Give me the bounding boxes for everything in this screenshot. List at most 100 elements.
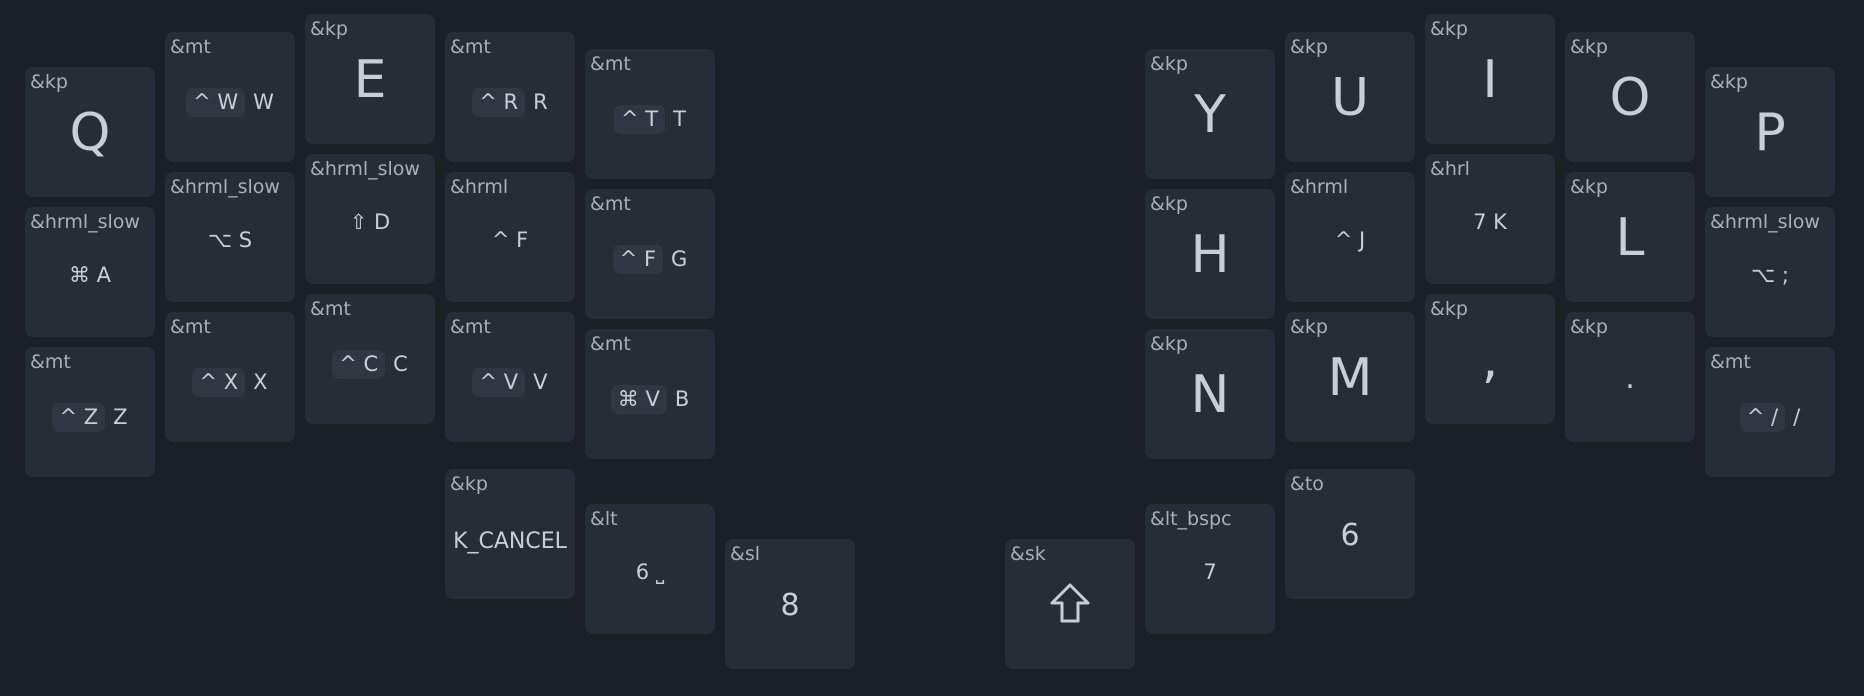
key-behavior: &to	[1290, 473, 1324, 495]
modifier-pill: ^ W	[186, 88, 246, 118]
tap-label: V	[533, 370, 548, 394]
key-legend: K_CANCEL	[453, 529, 567, 554]
key-behavior: &hrml	[450, 176, 509, 198]
key-legend: L	[1615, 208, 1645, 268]
tap-label: B	[674, 387, 690, 411]
key-behavior: &mt	[590, 333, 631, 355]
key-legend: M	[1327, 348, 1373, 408]
key-c: &mt ^ C C	[305, 294, 435, 424]
key-sticky-shift: &sk	[1005, 539, 1135, 669]
key-behavior: &mt	[590, 53, 631, 75]
key-legend: Y	[1194, 85, 1226, 145]
modifier-pill: ^ X	[192, 368, 246, 398]
key-behavior: &lt	[590, 508, 618, 530]
key-behavior: &hrml	[1290, 176, 1349, 198]
key-legend: U	[1330, 68, 1370, 128]
key-behavior: &mt	[310, 298, 351, 320]
key-behavior: &mt	[170, 316, 211, 338]
key-v: &mt ^ V V	[445, 312, 575, 442]
key-legend: ^ R R	[445, 88, 575, 118]
key-behavior: &hrml_slow	[1710, 211, 1820, 233]
key-sl: &sl 8	[725, 539, 855, 669]
key-legend: Q	[69, 103, 111, 163]
key-b: &mt ⌘ V B	[585, 329, 715, 459]
modifier-pill: ^ T	[614, 105, 666, 135]
key-o: &kp O	[1565, 32, 1695, 162]
shift-arrow-icon	[1005, 581, 1135, 629]
key-legend: ⌥ S	[207, 228, 253, 252]
key-legend: ^ T T	[585, 105, 715, 135]
key-y: &kp Y	[1145, 49, 1275, 179]
key-t: &mt ^ T T	[585, 49, 715, 179]
key-q: &kp Q	[25, 67, 155, 197]
key-behavior: &mt	[1710, 351, 1751, 373]
tap-label: C	[393, 352, 408, 376]
key-legend: ^ Z Z	[25, 403, 155, 433]
key-behavior: &kp	[1430, 18, 1468, 40]
key-h: &kp H	[1145, 189, 1275, 319]
modifier-pill: ^ C	[332, 350, 386, 380]
key-legend: E	[353, 50, 387, 110]
tap-label: W	[253, 90, 274, 114]
key-legend: 6 ⎵	[635, 560, 665, 584]
key-behavior: &hrl	[1430, 158, 1470, 180]
key-behavior: &mt	[30, 351, 71, 373]
key-w: &mt ^ W W	[165, 32, 295, 162]
key-legend: ,	[1481, 330, 1499, 390]
key-legend: ^ X X	[165, 368, 295, 398]
modifier-pill: ^ Z	[52, 403, 106, 433]
key-behavior: &kp	[30, 71, 68, 93]
tap-label: X	[253, 370, 268, 394]
key-behavior: &kp	[1570, 316, 1608, 338]
key-legend: ⌘ V B	[585, 385, 715, 415]
modifier-pill: ^ F	[612, 245, 664, 275]
key-behavior: &hrml_slow	[30, 211, 140, 233]
modifier-pill: ^ V	[472, 368, 526, 398]
key-behavior: &sl	[730, 543, 760, 565]
key-legend: 7	[1203, 560, 1217, 584]
key-a: &hrml_slow ⌘ A	[25, 207, 155, 337]
key-z: &mt ^ Z Z	[25, 347, 155, 477]
modifier-pill: ^ R	[472, 88, 526, 118]
key-to: &to 6	[1285, 469, 1415, 599]
key-legend: ⌥ ;	[1751, 263, 1789, 287]
key-j: &hrml ^ J	[1285, 172, 1415, 302]
key-behavior: &kp	[1150, 193, 1188, 215]
key-lt-bspc: &lt_bspc 7	[1145, 504, 1275, 634]
key-l: &kp L	[1565, 172, 1695, 302]
key-legend: O	[1609, 68, 1651, 128]
key-legend: ^ W W	[165, 88, 295, 118]
modifier-pill: ^ /	[1739, 403, 1786, 433]
key-cancel: &kp K_CANCEL	[445, 469, 575, 599]
key-behavior: &kp	[1290, 36, 1328, 58]
key-m: &kp M	[1285, 312, 1415, 442]
key-legend: 8	[780, 588, 800, 623]
tap-label: T	[673, 107, 686, 131]
key-legend: I	[1482, 50, 1498, 110]
tap-label: R	[533, 90, 548, 114]
key-behavior: &mt	[450, 316, 491, 338]
tap-label: G	[671, 247, 688, 271]
key-legend: ^ F G	[585, 245, 715, 275]
key-i: &kp I	[1425, 14, 1555, 144]
key-behavior: &sk	[1010, 543, 1046, 565]
tap-label: /	[1793, 405, 1801, 429]
key-legend: H	[1190, 225, 1230, 285]
key-f: &hrml ^ F	[445, 172, 575, 302]
key-behavior: &kp	[1150, 53, 1188, 75]
key-behavior: &kp	[450, 473, 488, 495]
key-legend: ⇧ D	[349, 210, 391, 234]
key-semicolon: &hrml_slow ⌥ ;	[1705, 207, 1835, 337]
key-u: &kp U	[1285, 32, 1415, 162]
key-legend: 7 K	[1473, 210, 1507, 234]
key-behavior: &mt	[450, 36, 491, 58]
key-d: &hrml_slow ⇧ D	[305, 154, 435, 284]
key-r: &mt ^ R R	[445, 32, 575, 162]
key-legend: .	[1625, 361, 1635, 396]
key-lt-space: &lt 6 ⎵	[585, 504, 715, 634]
key-legend: 6	[1340, 518, 1360, 553]
key-behavior: &mt	[590, 193, 631, 215]
key-behavior: &kp	[1290, 316, 1328, 338]
key-k: &hrl 7 K	[1425, 154, 1555, 284]
key-legend: ^ V V	[445, 368, 575, 398]
